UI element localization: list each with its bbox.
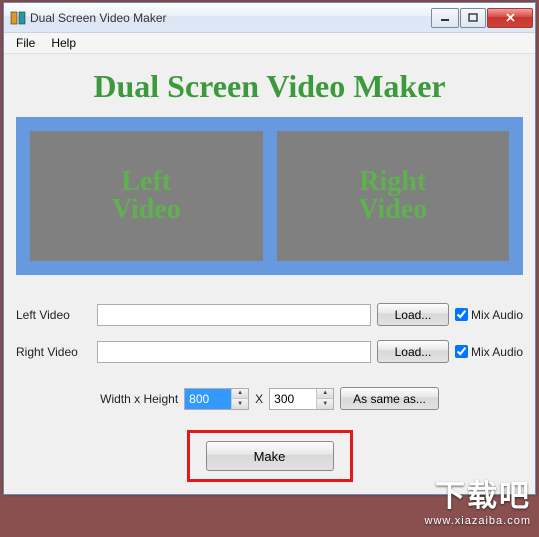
make-section: Make [16, 430, 523, 482]
window-title: Dual Screen Video Maker [30, 11, 431, 25]
left-video-field-label: Left Video [16, 308, 91, 322]
dimensions-row: Width x Height ▲ ▼ X ▲ ▼ As same as... [16, 387, 523, 410]
right-video-label: Right Video [358, 168, 427, 224]
content-area: Dual Screen Video Maker Left Video Right… [4, 54, 535, 494]
left-load-button[interactable]: Load... [377, 303, 449, 326]
dimensions-label: Width x Height [100, 392, 178, 406]
height-down-button[interactable]: ▼ [317, 399, 333, 409]
left-mix-audio-checkbox[interactable] [455, 308, 468, 321]
right-mix-audio-label: Mix Audio [471, 345, 523, 359]
height-spinner: ▲ ▼ [269, 388, 334, 410]
width-up-button[interactable]: ▲ [232, 389, 248, 399]
preview-panel: Left Video Right Video [16, 117, 523, 275]
left-video-input[interactable] [97, 304, 371, 326]
right-video-row: Right Video Load... Mix Audio [16, 340, 523, 363]
left-video-label: Left Video [112, 168, 181, 224]
right-load-button[interactable]: Load... [377, 340, 449, 363]
app-window: Dual Screen Video Maker File Help Dual S… [3, 2, 536, 495]
make-highlight-box: Make [187, 430, 353, 482]
right-video-field-label: Right Video [16, 345, 91, 359]
titlebar[interactable]: Dual Screen Video Maker [4, 3, 535, 33]
as-same-as-button[interactable]: As same as... [340, 387, 439, 410]
left-video-row: Left Video Load... Mix Audio [16, 303, 523, 326]
make-button[interactable]: Make [206, 441, 334, 471]
height-up-button[interactable]: ▲ [317, 389, 333, 399]
right-video-input[interactable] [97, 341, 371, 363]
app-icon [10, 10, 26, 26]
width-input[interactable] [185, 389, 231, 409]
minimize-button[interactable] [431, 8, 459, 28]
close-button[interactable] [487, 8, 533, 28]
width-spinner: ▲ ▼ [184, 388, 249, 410]
menu-file[interactable]: File [8, 34, 43, 52]
menubar: File Help [4, 33, 535, 54]
dimensions-separator: X [255, 392, 263, 406]
left-video-preview[interactable]: Left Video [30, 131, 263, 261]
right-mix-audio-wrap[interactable]: Mix Audio [455, 345, 523, 359]
height-input[interactable] [270, 389, 316, 409]
left-mix-audio-label: Mix Audio [471, 308, 523, 322]
maximize-button[interactable] [460, 8, 486, 28]
window-controls [431, 8, 533, 28]
page-title: Dual Screen Video Maker [16, 68, 523, 105]
right-video-preview[interactable]: Right Video [277, 131, 510, 261]
left-mix-audio-wrap[interactable]: Mix Audio [455, 308, 523, 322]
watermark-url: www.xiazaiba.com [425, 515, 531, 527]
width-down-button[interactable]: ▼ [232, 399, 248, 409]
right-mix-audio-checkbox[interactable] [455, 345, 468, 358]
menu-help[interactable]: Help [43, 34, 84, 52]
